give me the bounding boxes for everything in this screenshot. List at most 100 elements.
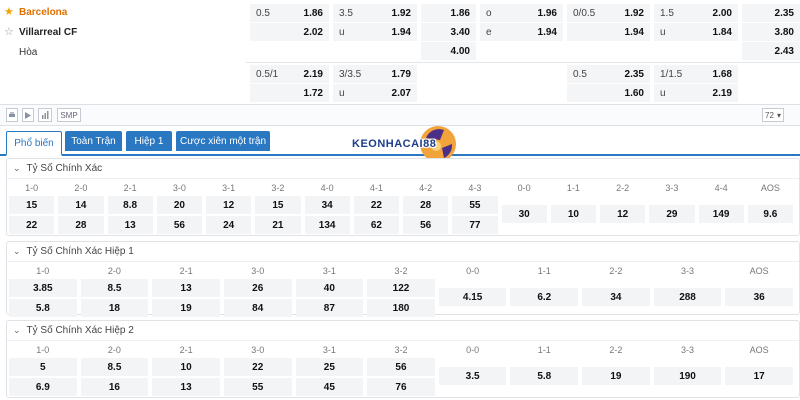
score-odds-cell[interactable]: 18 [80, 299, 149, 317]
favorite-star-outline-icon[interactable]: ☆ [4, 26, 16, 38]
score-odds-cell[interactable]: 19 [152, 299, 220, 317]
score-odds-cell[interactable]: 45 [295, 378, 364, 396]
score-odds-cell[interactable]: 3.85 [9, 279, 77, 297]
odds-cell[interactable]: 1.86 [421, 4, 476, 22]
score-odds-cell[interactable]: 14 [58, 196, 104, 214]
score-odds-cell[interactable]: 28 [58, 216, 104, 234]
score-odds-cell[interactable]: 56 [367, 358, 435, 376]
score-odds-cell[interactable]: 15 [9, 196, 55, 214]
odds-cell[interactable]: 3/3.5 1.79 [333, 65, 417, 83]
odds-cell[interactable]: e 1.94 [480, 23, 563, 41]
score-odds-cell[interactable]: 56 [403, 216, 449, 234]
score-odds-cell[interactable]: 3.5 [438, 367, 507, 385]
score-odds-cell[interactable]: 8.5 [80, 358, 149, 376]
odds-cell[interactable]: 0.5 2.35 [567, 65, 650, 83]
tab-same-game-parlay[interactable]: Cược xiên một trận [176, 131, 270, 151]
score-odds-cell[interactable]: 77 [452, 216, 498, 234]
odds-cell[interactable]: 1.60 [567, 84, 650, 102]
odds-cell[interactable]: o 1.96 [480, 4, 563, 22]
score-odds-cell[interactable]: 36 [725, 288, 793, 306]
score-odds-cell[interactable]: 55 [452, 196, 498, 214]
score-odds-cell[interactable]: 56 [156, 216, 202, 234]
score-odds-cell[interactable]: 30 [501, 205, 547, 223]
score-odds-cell[interactable]: 12 [206, 196, 252, 214]
odds-cell[interactable]: 1.94 [567, 23, 650, 41]
odds-cell[interactable]: 3.80 [742, 23, 800, 41]
home-team-row[interactable]: ★ Barcelona [0, 2, 246, 22]
score-odds-cell[interactable]: 40 [295, 279, 364, 297]
odds-cell[interactable]: 3.5 1.92 [333, 4, 417, 22]
score-odds-cell[interactable]: 84 [223, 299, 292, 317]
score-odds-cell[interactable]: 34 [582, 288, 650, 306]
score-odds-cell[interactable]: 62 [353, 216, 399, 234]
score-odds-cell[interactable]: 122 [367, 279, 435, 297]
tab-full-match[interactable]: Toàn Trận [65, 131, 122, 151]
score-odds-cell[interactable]: 21 [255, 216, 301, 234]
score-odds-cell[interactable]: 10 [152, 358, 220, 376]
score-odds-cell[interactable]: 28 [403, 196, 449, 214]
favorite-star-icon[interactable]: ★ [4, 6, 16, 18]
market-count-select[interactable]: 72 ▾ [762, 108, 784, 122]
odds-cell[interactable]: 0.5 1.86 [250, 4, 329, 22]
score-odds-cell[interactable]: 13 [152, 378, 220, 396]
score-odds-cell[interactable]: 149 [698, 205, 744, 223]
score-odds-cell[interactable]: 34 [304, 196, 350, 214]
score-odds-cell[interactable]: 190 [653, 367, 722, 385]
odds-cell[interactable]: 2.02 [250, 23, 329, 41]
away-team-row[interactable]: ☆ Villarreal CF [0, 22, 246, 42]
score-odds-cell[interactable]: 8.5 [80, 279, 149, 297]
score-odds-cell[interactable]: 76 [367, 378, 435, 396]
score-odds-cell[interactable]: 26 [223, 279, 292, 297]
score-odds-cell[interactable]: 13 [107, 216, 153, 234]
section-header[interactable]: ⌄ Tỷ Số Chính Xác [7, 159, 799, 179]
odds-cell[interactable]: u 2.19 [654, 84, 738, 102]
score-odds-cell[interactable]: 20 [156, 196, 202, 214]
score-odds-cell[interactable]: 25 [295, 358, 364, 376]
score-odds-cell[interactable]: 180 [367, 299, 435, 317]
score-odds-cell[interactable]: 19 [582, 367, 650, 385]
play-icon[interactable] [22, 108, 34, 122]
score-odds-cell[interactable]: 24 [206, 216, 252, 234]
odds-cell[interactable]: 0/0.5 1.92 [567, 4, 650, 22]
score-odds-cell[interactable]: 16 [80, 378, 149, 396]
score-odds-cell[interactable]: 17 [725, 367, 793, 385]
odds-cell[interactable]: 3.40 [421, 23, 476, 41]
score-odds-cell[interactable]: 22 [353, 196, 399, 214]
score-odds-cell[interactable]: 87 [295, 299, 364, 317]
score-odds-cell[interactable]: 55 [223, 378, 292, 396]
stats-chart-icon[interactable] [38, 108, 52, 122]
score-odds-cell[interactable]: 9.6 [747, 205, 793, 223]
score-odds-cell[interactable]: 22 [9, 216, 55, 234]
score-odds-cell[interactable]: 4.15 [438, 288, 507, 306]
odds-cell[interactable]: 2.35 [742, 4, 800, 22]
score-odds-cell[interactable]: 10 [550, 205, 596, 223]
odds-cell[interactable]: u 2.07 [333, 84, 417, 102]
score-odds-cell[interactable]: 22 [223, 358, 292, 376]
odds-cell[interactable]: 1/1.5 1.68 [654, 65, 738, 83]
score-odds-cell[interactable]: 13 [152, 279, 220, 297]
smp-button[interactable]: SMP [57, 108, 81, 122]
score-odds-cell[interactable]: 5.8 [510, 367, 579, 385]
score-odds-cell[interactable]: 134 [304, 216, 350, 234]
odds-cell[interactable]: 1.72 [250, 84, 329, 102]
score-odds-cell[interactable]: 5.8 [9, 299, 77, 317]
odds-cell[interactable]: 4.00 [421, 42, 476, 60]
odds-cell[interactable]: 0.5/1 2.19 [250, 65, 329, 83]
section-header[interactable]: ⌄ Tỷ Số Chính Xác Hiệp 1 [7, 242, 799, 262]
odds-cell[interactable]: 1.5 2.00 [654, 4, 738, 22]
tab-popular[interactable]: Phổ biến [6, 131, 62, 156]
tab-first-half[interactable]: Hiệp 1 [126, 131, 172, 151]
score-odds-cell[interactable]: 29 [649, 205, 695, 223]
score-odds-cell[interactable]: 15 [255, 196, 301, 214]
score-odds-cell[interactable]: 8.8 [107, 196, 153, 214]
odds-cell[interactable]: u 1.84 [654, 23, 738, 41]
score-odds-cell[interactable]: 6.9 [9, 378, 77, 396]
odds-cell[interactable]: u 1.94 [333, 23, 417, 41]
score-odds-cell[interactable]: 12 [600, 205, 646, 223]
score-odds-cell[interactable]: 6.2 [510, 288, 579, 306]
score-odds-cell[interactable]: 5 [9, 358, 77, 376]
print-icon[interactable] [6, 108, 18, 122]
section-header[interactable]: ⌄ Tỷ Số Chính Xác Hiệp 2 [7, 321, 799, 341]
score-odds-cell[interactable]: 288 [653, 288, 722, 306]
odds-cell[interactable]: 2.43 [742, 42, 800, 60]
